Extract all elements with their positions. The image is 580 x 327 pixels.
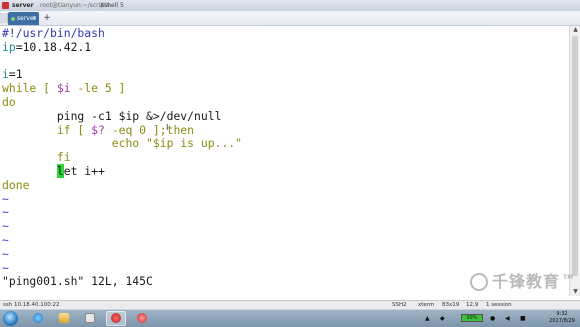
code-segment: ping -c1 $ip &>/dev/null — [2, 108, 222, 123]
taskbar-xshell-button[interactable] — [132, 311, 152, 326]
watermark-text: 千锋教育 — [492, 272, 561, 291]
code-segment: $? — [91, 122, 105, 137]
terminal-line: i=1 — [2, 67, 23, 81]
folder-icon — [59, 313, 69, 323]
windows-taskbar: ▲ ◆ 99% ● ◀ ■ 9:32 2017/8/29 — [0, 309, 580, 327]
app-name: Xshell 5 — [100, 2, 124, 9]
window-title-bar[interactable]: server root@tianyun:~/scripts Xshell 5 — [0, 0, 580, 11]
vim-empty-line-marker: ~ — [2, 205, 9, 219]
taskbar-explorer-button[interactable] — [54, 311, 74, 326]
terminal-line: let i++ — [2, 164, 105, 178]
connection-status-icon — [11, 16, 15, 21]
media-icon — [85, 313, 95, 323]
taskbar-clock[interactable]: 9:32 2017/8/29 — [546, 311, 578, 326]
tray-network-icon[interactable]: ▲ — [425, 312, 430, 325]
terminal-line: "ping001.sh" 12L, 145C — [2, 274, 153, 288]
code-segment: $i — [56, 81, 71, 96]
code-segment: ip — [2, 39, 16, 54]
code-segment: "ping001.sh" 12L, 145C — [2, 274, 153, 289]
code-segment: #!/usr/bin/bash — [2, 26, 105, 40]
tray-flag-icon[interactable]: ■ — [520, 312, 526, 325]
watermark-tm: TM — [563, 274, 574, 281]
vim-empty-line-marker: ~ — [2, 247, 9, 261]
tab-list-toggle[interactable] — [0, 13, 8, 23]
vim-empty-line-marker: ~ — [2, 233, 9, 247]
tray-volume-icon[interactable]: ◆ — [440, 312, 445, 325]
recorder-icon — [111, 313, 121, 323]
code-segment: ~ — [2, 205, 9, 220]
code-segment: =1 — [8, 67, 23, 82]
code-segment: echo "$ip is up..." — [2, 136, 243, 151]
watermark-logo-icon — [470, 273, 488, 291]
mouse-ibeam-cursor-icon: I — [166, 123, 169, 132]
code-segment: ~ — [2, 260, 9, 275]
terminal-line: echo "$ip is up..." — [2, 136, 242, 150]
xshell-taskbar-icon — [137, 313, 147, 323]
text-cursor: l — [56, 164, 64, 178]
clock-date: 2017/8/29 — [549, 318, 575, 324]
terminal-line: while [ $i -le 5 ] — [2, 81, 125, 95]
code-segment: done — [2, 177, 30, 192]
tab-close-icon[interactable]: × — [32, 12, 37, 25]
xshell-app-icon — [2, 2, 9, 9]
code-segment: -le 5 ] — [70, 81, 126, 96]
code-segment: =10.18.42.1 — [15, 39, 92, 54]
new-tab-button[interactable]: + — [42, 12, 52, 24]
code-segment: ~ — [2, 219, 9, 234]
terminal-line: do — [2, 95, 16, 109]
session-tab-bar: server × + — [0, 11, 580, 26]
tab-server[interactable]: server × — [8, 12, 39, 25]
terminal-line: ip=10.18.42.1 — [2, 40, 91, 54]
terminal-line: #!/usr/bin/bash — [2, 26, 105, 40]
start-button[interactable] — [3, 311, 18, 326]
code-segment: i — [2, 67, 9, 82]
scroll-thumb[interactable] — [572, 36, 578, 276]
tray-speaker-icon[interactable]: ◀ — [505, 312, 510, 325]
code-segment: -eq 0 ];then — [104, 122, 195, 137]
terminal-line: done — [2, 178, 29, 192]
vim-empty-line-marker: ~ — [2, 261, 9, 275]
terminal-pane[interactable]: #!/usr/bin/bash ip=10.18.42.1 i=1 while [ $… — [0, 26, 568, 288]
code-segment: et i++ — [63, 164, 105, 178]
code-segment: ~ — [2, 246, 9, 261]
code-segment: ~ — [2, 233, 9, 247]
internet-explorer-icon — [33, 313, 43, 323]
terminal-line: fi — [2, 150, 71, 164]
taskbar-recorder-button[interactable] — [106, 311, 126, 326]
battery-indicator[interactable]: 99% — [461, 314, 483, 322]
vim-empty-line-marker: ~ — [2, 192, 9, 206]
clock-time: 9:32 — [556, 311, 568, 317]
watermark: 千锋教育 TM — [470, 270, 573, 294]
code-segment: if [ — [2, 122, 92, 137]
taskbar-media-button[interactable] — [80, 311, 100, 326]
vim-empty-line-marker: ~ — [2, 219, 9, 233]
code-segment: [ — [36, 81, 57, 96]
code-segment: do — [2, 95, 16, 109]
code-segment: fi — [2, 150, 71, 165]
code-segment: ~ — [2, 191, 9, 206]
window-title: server — [12, 2, 34, 9]
tray-shield-icon[interactable]: ● — [490, 312, 495, 325]
terminal-line: ping -c1 $ip &>/dev/null — [2, 108, 222, 123]
code-segment: while — [2, 81, 37, 96]
terminal-scrollbar[interactable]: ▲ ▼ — [569, 26, 580, 296]
battery-percent: 99% — [466, 315, 478, 321]
taskbar-ie-button[interactable] — [28, 311, 48, 326]
scroll-up-arrow-icon[interactable]: ▲ — [570, 26, 580, 34]
